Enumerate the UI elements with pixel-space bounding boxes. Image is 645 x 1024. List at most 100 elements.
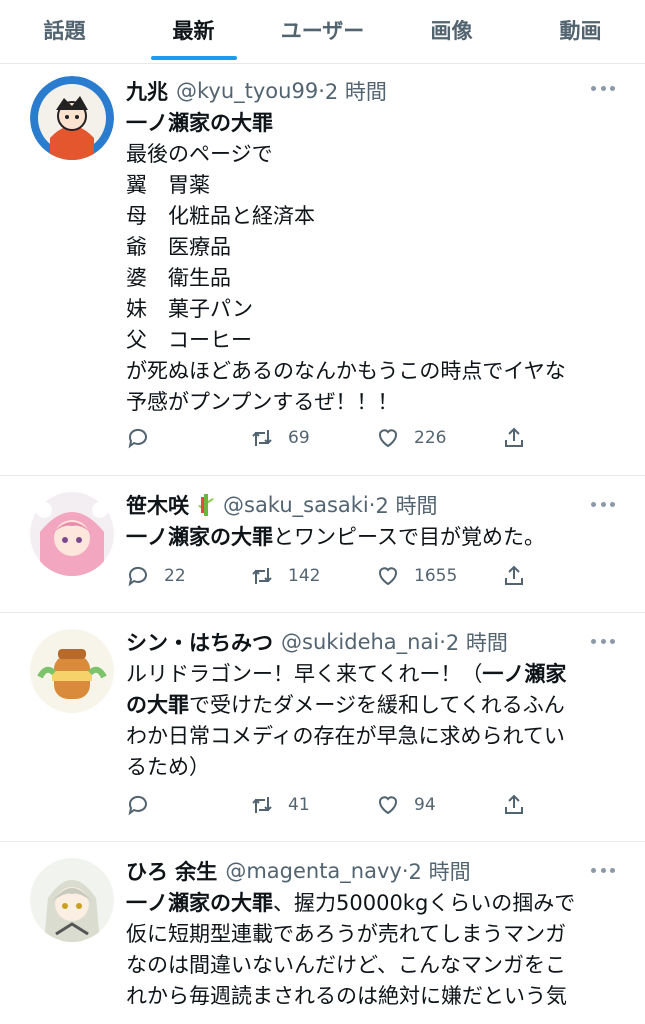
separator-dot: · — [318, 79, 325, 103]
reply-button[interactable]: 22 — [126, 564, 186, 588]
tweet-text: 一ノ瀬家の大罪とワンピースで目が覚めた。 — [126, 522, 621, 553]
tweet[interactable]: ひろ 余生 @magenta_navy · 2 時間 一ノ瀬家の大罪、握力500… — [0, 842, 645, 1024]
tweet-line-text: で受けたダメージを緩和してくれるふん — [189, 693, 565, 717]
tab-images[interactable]: 画像 — [387, 0, 516, 60]
tweet[interactable]: 九兆 @kyu_tyou99 · 2 時間 一ノ瀬家の大罪 最後のページで 翼 … — [0, 64, 645, 476]
share-button[interactable] — [502, 426, 526, 450]
retweet-button[interactable]: 41 — [250, 793, 310, 817]
user-handle[interactable]: @sukideha_nai — [281, 630, 439, 654]
separator-dot: · — [368, 493, 376, 517]
tab-videos[interactable]: 動画 — [516, 0, 645, 60]
reply-icon — [128, 795, 147, 816]
tweet-line: わか日常コメディの存在が早急に求められてい — [126, 724, 565, 748]
tweet-actions: 22 142 1655 — [126, 564, 526, 594]
more-options-icon[interactable] — [591, 868, 615, 874]
display-name[interactable]: ひろ 余生 — [126, 856, 217, 886]
reply-button[interactable] — [126, 426, 164, 450]
tab-label: 動画 — [559, 19, 602, 43]
user-handle[interactable]: @magenta_navy — [225, 859, 402, 883]
retweet-button[interactable]: 142 — [250, 564, 320, 588]
timestamp[interactable]: 2 時間 — [446, 627, 508, 657]
user-handle[interactable]: @kyu_tyou99 — [176, 79, 318, 103]
display-name[interactable]: シン・はちみつ — [126, 627, 273, 657]
tweet-text: 一ノ瀬家の大罪 最後のページで 翼 胃薬 母 化粧品と経済本 爺 医療品 婆 衛… — [126, 108, 621, 418]
retweet-count: 69 — [288, 428, 310, 448]
separator-dot: · — [439, 630, 446, 654]
more-options-icon[interactable] — [591, 86, 615, 92]
hashtag-keyword[interactable]: 一ノ瀬家の大罪 — [126, 111, 273, 135]
tab-latest[interactable]: 最新 — [129, 0, 258, 60]
tab-label: ユーザー — [280, 19, 365, 43]
avatar[interactable] — [30, 76, 114, 160]
heart-icon — [379, 796, 397, 815]
timestamp[interactable]: 2 時間 — [409, 856, 471, 886]
tweet-line: 妹 菓子パン — [126, 297, 254, 321]
display-name[interactable]: 九兆 — [126, 76, 168, 106]
retweet-button[interactable]: 69 — [250, 426, 310, 450]
tweet-line: 仮に短期型連載であろうが売れてしまうマンガ — [126, 922, 567, 946]
retweet-count: 41 — [288, 795, 310, 815]
timestamp[interactable]: 2 時間 — [325, 76, 387, 106]
tweet[interactable]: シン・はちみつ @sukideha_nai · 2 時間 ルリドラゴンー！早く来… — [0, 613, 645, 842]
tweet-header: シン・はちみつ @sukideha_nai · 2 時間 — [126, 627, 625, 657]
hashtag-keyword[interactable]: の大罪 — [126, 693, 189, 717]
separator-dot: · — [401, 859, 409, 883]
more-options-icon[interactable] — [591, 639, 615, 645]
reply-count: 22 — [164, 566, 186, 586]
tab-label: 最新 — [172, 19, 215, 43]
tab-users[interactable]: ユーザー — [258, 0, 387, 60]
like-button[interactable]: 226 — [376, 426, 446, 450]
reply-button[interactable] — [126, 793, 164, 817]
like-button[interactable]: 94 — [376, 793, 436, 817]
share-button[interactable] — [502, 793, 526, 817]
avatar[interactable] — [30, 492, 114, 576]
share-icon — [505, 427, 523, 447]
tweet-line: 一ノ瀬家の大罪とワンピースで目が覚めた。 — [126, 522, 621, 553]
tweet[interactable]: 笹木咲 @saku_sasaki · 2 時間 一ノ瀬家の大罪とワンピースで目が… — [0, 476, 645, 613]
hashtag-keyword[interactable]: 一ノ瀬家の大罪 — [126, 891, 273, 915]
like-button[interactable]: 1655 — [376, 564, 457, 588]
tweet-line: 一ノ瀬家の大罪 — [126, 108, 621, 139]
tab-label: 話題 — [43, 19, 86, 43]
share-icon — [505, 565, 523, 585]
tweet-line-text: ルリドラゴンー！早く来てくれー！（ — [126, 662, 483, 686]
bamboo-emoji-icon — [197, 493, 215, 517]
like-count: 226 — [414, 428, 447, 448]
share-button[interactable] — [502, 564, 526, 588]
tweet-text: ルリドラゴンー！早く来てくれー！（一ノ瀬家 の大罪で受けたダメージを緩和してくれ… — [126, 659, 621, 783]
tweet-line: 婆 衛生品 — [126, 266, 231, 290]
tweet-line: れから毎週読まされるのは絶対に嫌だという気 — [126, 984, 567, 1008]
tweet-actions: 41 94 — [126, 793, 526, 823]
avatar[interactable] — [30, 629, 114, 713]
hashtag-keyword[interactable]: 一ノ瀬家 — [482, 662, 566, 686]
avatar[interactable] — [30, 858, 114, 942]
active-tab-indicator — [150, 56, 237, 60]
search-tabs: 話題 最新 ユーザー 画像 動画 — [0, 0, 645, 64]
tweet-line: 翼 胃薬 — [126, 173, 210, 197]
tweet-line: 予感がプンプンするぜ！！！ — [126, 390, 399, 414]
tweet-line: の大罪で受けたダメージを緩和してくれるふん — [126, 690, 621, 721]
tweet-text: 一ノ瀬家の大罪、握力50000kgくらいの掴みで 仮に短期型連載であろうが売れて… — [126, 888, 621, 1012]
more-options-icon[interactable] — [591, 502, 615, 508]
reply-icon — [128, 428, 147, 449]
display-name[interactable]: 笹木咲 — [126, 490, 189, 520]
tweet-header: ひろ 余生 @magenta_navy · 2 時間 — [126, 856, 625, 886]
tweet-actions: 69 226 — [126, 426, 526, 456]
heart-icon — [379, 567, 397, 586]
user-handle[interactable]: @saku_sasaki — [223, 493, 369, 517]
tweet-line: 母 化粧品と経済本 — [126, 204, 315, 228]
tweet-line-text: 、握力50000kgくらいの掴みで — [273, 891, 576, 915]
timestamp[interactable]: 2 時間 — [375, 490, 437, 520]
hashtag-keyword[interactable]: 一ノ瀬家の大罪 — [126, 525, 273, 549]
retweet-icon — [252, 430, 272, 446]
tweet-line: が死ぬほどあるのなんかもうこの時点でイヤな — [126, 359, 566, 383]
tab-label: 画像 — [430, 19, 473, 43]
retweet-icon — [252, 797, 272, 813]
tweet-line: るため） — [126, 755, 210, 779]
tweet-header: 九兆 @kyu_tyou99 · 2 時間 — [126, 76, 625, 106]
tab-trending[interactable]: 話題 — [0, 0, 129, 60]
tweet-line: なのは間違いないんだけど、こんなマンガをこ — [126, 953, 566, 977]
like-count: 94 — [414, 795, 436, 815]
tweet-line-text: とワンピースで目が覚めた。 — [273, 525, 545, 549]
retweet-icon — [252, 568, 272, 584]
